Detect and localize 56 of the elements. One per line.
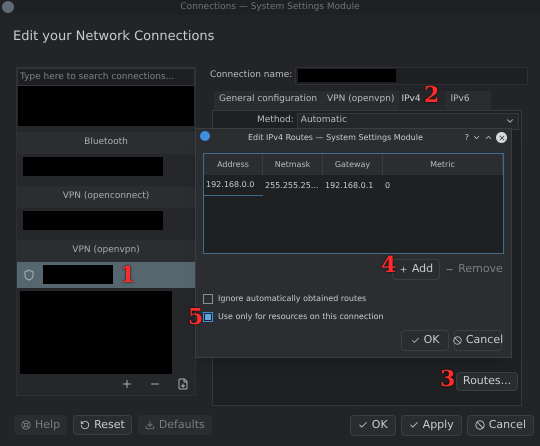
add-icon[interactable] (121, 378, 133, 390)
checkbox-label: Use only for resources on this connection (218, 311, 384, 323)
connection-item[interactable] (17, 262, 195, 288)
dialog-title: Edit IPv4 Routes — System Settings Module (248, 132, 423, 144)
field-label: Connection name: (210, 68, 292, 82)
tab[interactable]: VPN (openvpn) (322, 90, 400, 110)
column-header[interactable]: Gateway (323, 154, 383, 175)
check-icon (358, 420, 368, 430)
redaction-block (43, 265, 113, 284)
table-cell-text: 192.168.0.1 (324, 180, 374, 192)
checkbox[interactable] (203, 294, 213, 304)
minimize-icon[interactable] (472, 133, 481, 142)
apply-button[interactable]: Apply (400, 414, 462, 436)
close-icon[interactable] (496, 132, 507, 143)
cancel-icon (474, 420, 485, 430)
group-header: VPN (openconnect) (17, 186, 195, 208)
app-icon (200, 131, 210, 141)
routes-button[interactable]: Routes... (456, 372, 518, 390)
cancel-icon (452, 336, 462, 345)
check-icon (410, 336, 420, 345)
help-icon[interactable]: ? (464, 134, 469, 142)
cancel-button[interactable]: Cancel (466, 414, 534, 436)
table-cell-text: 255.255.25... (264, 180, 320, 192)
maximize-icon[interactable] (484, 133, 493, 142)
tab[interactable]: General configuration (214, 90, 322, 110)
checkbox-label: Ignore automatically obtained routes (218, 293, 366, 305)
search-field[interactable]: Type here to search connections... (17, 68, 195, 86)
annotation-number: 1 (120, 264, 136, 286)
window-title: Connections — System Settings Module (180, 0, 360, 14)
annotation-number: 5 (188, 306, 204, 328)
column-header[interactable]: Metric (383, 154, 503, 175)
app-icon (2, 1, 14, 13)
page-heading: Edit your Network Connections (13, 28, 216, 46)
annotation-number: 3 (440, 368, 456, 390)
group-header: Bluetooth (17, 132, 195, 154)
defaults-icon (144, 420, 155, 430)
help-icon (21, 420, 31, 430)
plus-icon (398, 265, 408, 274)
ok-button[interactable]: OK (401, 330, 449, 351)
reset-icon (80, 420, 90, 430)
shield-icon (23, 268, 35, 280)
column-header[interactable]: Netmask (263, 154, 323, 175)
table-cell-text: 0 (384, 180, 392, 192)
import-icon[interactable] (177, 378, 189, 390)
field-label: Method: (257, 114, 294, 128)
check-icon (408, 420, 419, 430)
ok-button[interactable]: OK (350, 414, 396, 436)
checkbox[interactable] (203, 312, 213, 322)
method-dropdown[interactable]: Automatic (296, 112, 519, 130)
column-header[interactable]: Address (204, 154, 263, 175)
tab[interactable]: IPv6 (445, 90, 492, 110)
table-cell: 192.168.0.0 (204, 175, 263, 196)
reset-button[interactable]: Reset (73, 415, 132, 435)
group-header: VPN (openvpn) (17, 240, 195, 262)
cancel-button[interactable]: Cancel (454, 330, 502, 351)
name-field[interactable] (295, 66, 528, 84)
